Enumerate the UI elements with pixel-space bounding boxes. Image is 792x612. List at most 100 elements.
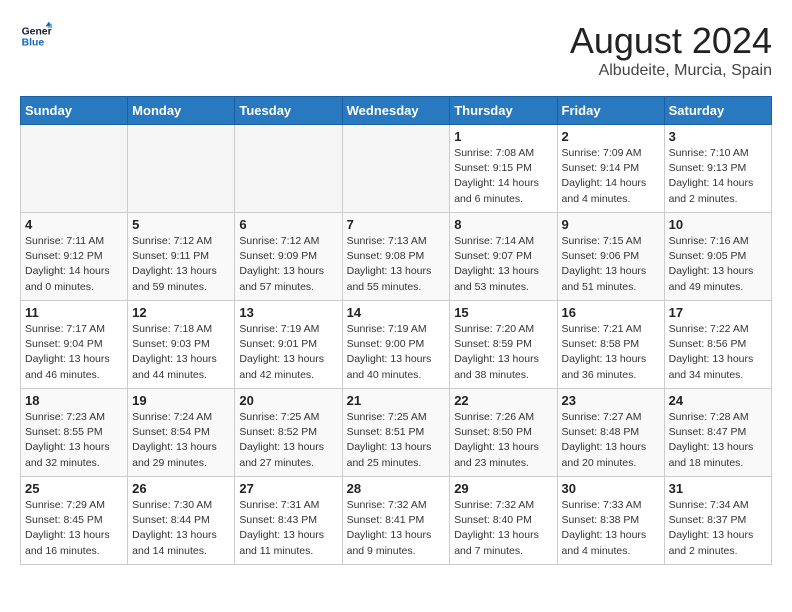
calendar-cell: 17 Sunrise: 7:22 AM Sunset: 8:56 PM Dayli… — [664, 301, 771, 389]
day-number: 23 — [562, 393, 660, 408]
calendar-cell: 5Sunrise: 7:12 AM Sunset: 9:11 PM Daylig… — [128, 213, 235, 301]
day-info: Sunrise: 7:20 AM Sunset: 8:59 PM Dayligh… — [454, 322, 552, 383]
day-info: Sunrise: 7:13 AM Sunset: 9:08 PM Dayligh… — [347, 234, 446, 295]
subtitle: Albudeite, Murcia, Spain — [570, 62, 772, 80]
day-number: 2 — [562, 129, 660, 144]
day-info: Sunrise: 7:24 AM Sunset: 8:54 PM Dayligh… — [132, 410, 230, 471]
calendar-cell: 25 Sunrise: 7:29 AM Sunset: 8:45 PM Dayli… — [21, 477, 128, 565]
day-info: Sunrise: 7:22 AM Sunset: 8:56 PM Dayligh… — [669, 322, 767, 383]
calendar-cell: 30 Sunrise: 7:33 AM Sunset: 8:38 PM Dayli… — [557, 477, 664, 565]
day-number: 12 — [132, 305, 230, 320]
day-number: 4 — [25, 217, 123, 232]
day-number: 7 — [347, 217, 446, 232]
calendar-cell: 24 Sunrise: 7:28 AM Sunset: 8:47 PM Dayli… — [664, 389, 771, 477]
weekday-header-monday: Monday — [128, 97, 235, 125]
day-number: 8 — [454, 217, 552, 232]
svg-text:Blue: Blue — [22, 38, 45, 49]
day-number: 5 — [132, 217, 230, 232]
calendar-cell — [342, 125, 450, 213]
day-number: 19 — [132, 393, 230, 408]
day-number: 13 — [239, 305, 337, 320]
day-info: Sunrise: 7:15 AM Sunset: 9:06 PM Dayligh… — [562, 234, 660, 295]
weekday-header-thursday: Thursday — [450, 97, 557, 125]
day-info: Sunrise: 7:21 AM Sunset: 8:58 PM Dayligh… — [562, 322, 660, 383]
day-info: Sunrise: 7:14 AM Sunset: 9:07 PM Dayligh… — [454, 234, 552, 295]
day-number: 28 — [347, 481, 446, 496]
weekday-header-row: SundayMondayTuesdayWednesdayThursdayFrid… — [21, 97, 772, 125]
day-info: Sunrise: 7:34 AM Sunset: 8:37 PM Dayligh… — [669, 498, 767, 559]
calendar-cell: 13 Sunrise: 7:19 AM Sunset: 9:01 PM Dayli… — [235, 301, 342, 389]
calendar-cell: 12 Sunrise: 7:18 AM Sunset: 9:03 PM Dayli… — [128, 301, 235, 389]
week-row-3: 11 Sunrise: 7:17 AM Sunset: 9:04 PM Dayli… — [21, 301, 772, 389]
day-info: Sunrise: 7:25 AM Sunset: 8:52 PM Dayligh… — [239, 410, 337, 471]
day-info: Sunrise: 7:25 AM Sunset: 8:51 PM Dayligh… — [347, 410, 446, 471]
weekday-header-wednesday: Wednesday — [342, 97, 450, 125]
day-number: 22 — [454, 393, 552, 408]
day-number: 14 — [347, 305, 446, 320]
calendar-cell: 21Sunrise: 7:25 AM Sunset: 8:51 PM Dayli… — [342, 389, 450, 477]
calendar-cell: 4Sunrise: 7:11 AM Sunset: 9:12 PM Daylig… — [21, 213, 128, 301]
calendar-cell: 26Sunrise: 7:30 AM Sunset: 8:44 PM Dayli… — [128, 477, 235, 565]
day-number: 30 — [562, 481, 660, 496]
calendar-cell: 10Sunrise: 7:16 AM Sunset: 9:05 PM Dayli… — [664, 213, 771, 301]
main-title: August 2024 — [570, 20, 772, 62]
logo: General Blue — [20, 20, 52, 52]
day-info: Sunrise: 7:26 AM Sunset: 8:50 PM Dayligh… — [454, 410, 552, 471]
day-info: Sunrise: 7:29 AM Sunset: 8:45 PM Dayligh… — [25, 498, 123, 559]
day-number: 3 — [669, 129, 767, 144]
weekday-header-tuesday: Tuesday — [235, 97, 342, 125]
day-info: Sunrise: 7:10 AM Sunset: 9:13 PM Dayligh… — [669, 146, 767, 207]
calendar-cell: 2 Sunrise: 7:09 AM Sunset: 9:14 PM Daylig… — [557, 125, 664, 213]
calendar-cell: 20Sunrise: 7:25 AM Sunset: 8:52 PM Dayli… — [235, 389, 342, 477]
calendar-cell: 14Sunrise: 7:19 AM Sunset: 9:00 PM Dayli… — [342, 301, 450, 389]
calendar-cell — [128, 125, 235, 213]
calendar-cell — [21, 125, 128, 213]
calendar-cell: 3 Sunrise: 7:10 AM Sunset: 9:13 PM Daylig… — [664, 125, 771, 213]
calendar-cell: 31 Sunrise: 7:34 AM Sunset: 8:37 PM Dayli… — [664, 477, 771, 565]
day-number: 15 — [454, 305, 552, 320]
day-number: 16 — [562, 305, 660, 320]
calendar-cell: 11 Sunrise: 7:17 AM Sunset: 9:04 PM Dayli… — [21, 301, 128, 389]
day-number: 26 — [132, 481, 230, 496]
day-info: Sunrise: 7:33 AM Sunset: 8:38 PM Dayligh… — [562, 498, 660, 559]
calendar-cell: 7 Sunrise: 7:13 AM Sunset: 9:08 PM Daylig… — [342, 213, 450, 301]
svg-text:General: General — [22, 26, 52, 37]
day-info: Sunrise: 7:09 AM Sunset: 9:14 PM Dayligh… — [562, 146, 660, 207]
day-number: 24 — [669, 393, 767, 408]
calendar-cell: 8 Sunrise: 7:14 AM Sunset: 9:07 PM Daylig… — [450, 213, 557, 301]
day-info: Sunrise: 7:27 AM Sunset: 8:48 PM Dayligh… — [562, 410, 660, 471]
day-number: 17 — [669, 305, 767, 320]
day-info: Sunrise: 7:31 AM Sunset: 8:43 PM Dayligh… — [239, 498, 337, 559]
calendar-cell: 19 Sunrise: 7:24 AM Sunset: 8:54 PM Dayli… — [128, 389, 235, 477]
day-info: Sunrise: 7:19 AM Sunset: 9:01 PM Dayligh… — [239, 322, 337, 383]
day-number: 31 — [669, 481, 767, 496]
calendar-cell: 23 Sunrise: 7:27 AM Sunset: 8:48 PM Dayli… — [557, 389, 664, 477]
week-row-4: 18Sunrise: 7:23 AM Sunset: 8:55 PM Dayli… — [21, 389, 772, 477]
day-number: 11 — [25, 305, 123, 320]
logo-icon: General Blue — [20, 20, 52, 52]
calendar-cell: 15 Sunrise: 7:20 AM Sunset: 8:59 PM Dayli… — [450, 301, 557, 389]
day-info: Sunrise: 7:18 AM Sunset: 9:03 PM Dayligh… — [132, 322, 230, 383]
day-info: Sunrise: 7:12 AM Sunset: 9:09 PM Dayligh… — [239, 234, 337, 295]
calendar-table: SundayMondayTuesdayWednesdayThursdayFrid… — [20, 96, 772, 565]
calendar-cell: 27Sunrise: 7:31 AM Sunset: 8:43 PM Dayli… — [235, 477, 342, 565]
calendar-cell: 16 Sunrise: 7:21 AM Sunset: 8:58 PM Dayli… — [557, 301, 664, 389]
day-number: 10 — [669, 217, 767, 232]
title-block: August 2024 Albudeite, Murcia, Spain — [570, 20, 772, 80]
calendar-cell: 6 Sunrise: 7:12 AM Sunset: 9:09 PM Daylig… — [235, 213, 342, 301]
calendar-cell — [235, 125, 342, 213]
day-number: 6 — [239, 217, 337, 232]
day-info: Sunrise: 7:08 AM Sunset: 9:15 PM Dayligh… — [454, 146, 552, 207]
weekday-header-sunday: Sunday — [21, 97, 128, 125]
calendar-cell: 28Sunrise: 7:32 AM Sunset: 8:41 PM Dayli… — [342, 477, 450, 565]
weekday-header-saturday: Saturday — [664, 97, 771, 125]
day-info: Sunrise: 7:28 AM Sunset: 8:47 PM Dayligh… — [669, 410, 767, 471]
calendar-cell: 22 Sunrise: 7:26 AM Sunset: 8:50 PM Dayli… — [450, 389, 557, 477]
week-row-1: 1 Sunrise: 7:08 AM Sunset: 9:15 PM Daylig… — [21, 125, 772, 213]
calendar-cell: 9Sunrise: 7:15 AM Sunset: 9:06 PM Daylig… — [557, 213, 664, 301]
day-number: 25 — [25, 481, 123, 496]
day-number: 1 — [454, 129, 552, 144]
day-info: Sunrise: 7:17 AM Sunset: 9:04 PM Dayligh… — [25, 322, 123, 383]
day-number: 29 — [454, 481, 552, 496]
calendar-cell: 1 Sunrise: 7:08 AM Sunset: 9:15 PM Daylig… — [450, 125, 557, 213]
